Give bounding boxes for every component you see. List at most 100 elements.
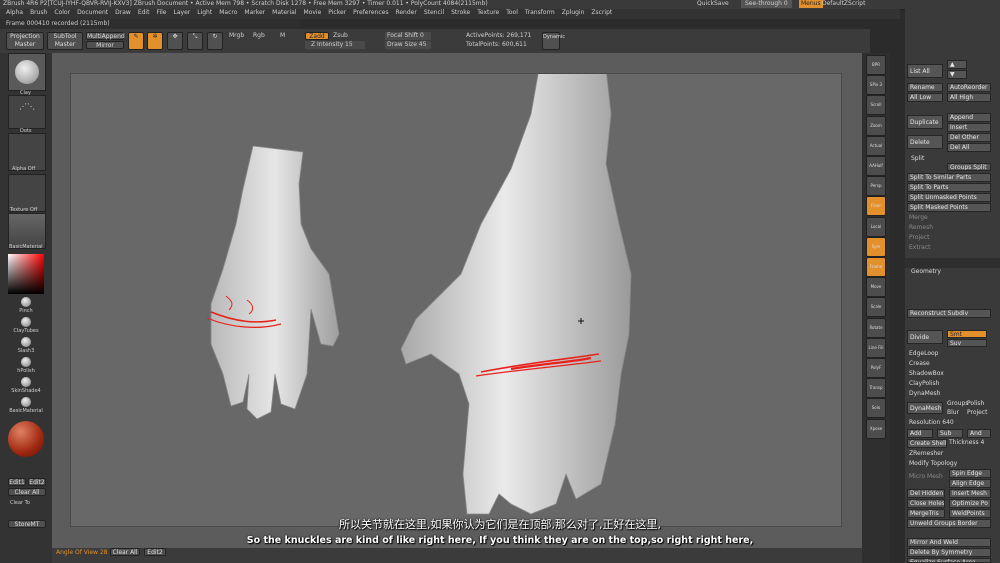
shelf-button[interactable]: Zoom [866, 115, 886, 136]
close-holes-button[interactable]: Close Holes [907, 499, 945, 508]
resolution-slider[interactable]: Resolution 640 [909, 419, 954, 427]
shadowbox-section[interactable]: ShadowBox [909, 370, 944, 378]
blur-slider[interactable]: Blur [947, 409, 959, 417]
draw-mode-button[interactable]: ✲ [147, 32, 163, 50]
z-intensity-slider[interactable]: Z Intensity 15 [305, 41, 365, 49]
menu-item[interactable]: Alpha [6, 9, 23, 17]
see-through-slider[interactable]: See-through 0 [741, 0, 792, 8]
shelf-button[interactable]: Sym [866, 236, 886, 257]
dynamesh-button[interactable]: DynaMesh [907, 402, 943, 414]
shelf-button[interactable]: Transp [866, 378, 886, 399]
menu-item[interactable]: Document [77, 9, 108, 17]
extract-section[interactable]: Extract [909, 244, 931, 252]
stroke-thumbnail[interactable]: ⋰⋱ [8, 95, 46, 129]
edit-mode-button[interactable]: ✎ [128, 32, 144, 50]
menu-item[interactable]: Stroke [451, 9, 470, 17]
quicksave-button[interactable]: QuickSave [697, 0, 729, 8]
duplicate-button[interactable]: Duplicate [907, 115, 943, 129]
mirror-button[interactable]: Mirror [86, 41, 124, 49]
menu-item[interactable]: Zscript [591, 9, 612, 17]
rotate-mode-button[interactable]: ↻ [207, 32, 223, 50]
remesh-section[interactable]: Remesh [909, 224, 933, 232]
list-all-button[interactable]: List All [907, 64, 943, 78]
edgeloop-section[interactable]: EdgeLoop [909, 350, 939, 358]
reconstruct-subdiv-button[interactable]: Reconstruct Subdiv [907, 309, 991, 318]
rename-button[interactable]: Rename [907, 83, 943, 92]
brush-slot[interactable]: hPolish [6, 357, 46, 377]
align-edge-button[interactable]: Align Edge [949, 479, 991, 488]
equalize-surface-area-button[interactable]: Equalize Surface Area [907, 558, 991, 563]
optimize-points-button[interactable]: Optimize Po [949, 499, 991, 508]
shelf-button[interactable]: PolyF [866, 358, 886, 378]
mrgb-toggle[interactable]: Mrgb [229, 32, 244, 40]
shelf-button[interactable]: Line Fill [866, 337, 886, 358]
arrow-down-button[interactable]: ▼ [947, 70, 967, 79]
divide-button[interactable]: Divide [907, 330, 943, 344]
menu-item[interactable]: Zplugin [562, 9, 585, 17]
shelf-button[interactable]: Actual [866, 135, 886, 156]
move-mode-button[interactable]: ✥ [167, 32, 183, 50]
zremesher-section[interactable]: ZRemesher [909, 450, 943, 458]
sub-button[interactable]: Sub [937, 429, 963, 438]
shelf-button[interactable]: Floor [866, 196, 886, 217]
micro-mesh-button[interactable]: Micro Mesh [909, 473, 943, 481]
spin-edge-button[interactable]: Spin Edge [949, 469, 991, 478]
menu-item[interactable]: Layer [174, 9, 191, 17]
smt-toggle[interactable]: Smt [947, 330, 987, 338]
clear-to-button[interactable]: Clear To [10, 499, 30, 507]
groups-toggle[interactable]: Groups [947, 400, 968, 408]
crease-section[interactable]: Crease [909, 360, 930, 368]
shelf-button[interactable]: Rotate [866, 317, 886, 338]
menu-item[interactable]: Transform [525, 9, 555, 17]
menu-item[interactable]: Material [272, 9, 296, 17]
delete-by-symmetry-button[interactable]: Delete By Symmetry [907, 548, 991, 557]
menu-item[interactable]: Texture [477, 9, 499, 17]
menu-item[interactable]: Stencil [424, 9, 444, 17]
material-sphere[interactable] [8, 421, 44, 457]
menu-item[interactable]: Preferences [353, 9, 388, 17]
menu-item[interactable]: Marker [244, 9, 265, 17]
polish-toggle[interactable]: Polish [967, 400, 984, 408]
brush-slot[interactable]: Pinch [6, 297, 46, 317]
split-masked-points-button[interactable]: Split Masked Points [907, 203, 991, 212]
multi-append-button[interactable]: MultiAppend [86, 32, 125, 40]
modify-topology-section[interactable]: Modify Topology [909, 460, 957, 468]
shelf-button[interactable]: Local [866, 216, 886, 237]
append-button[interactable]: Append [947, 113, 991, 122]
shelf-button[interactable]: Persp [866, 176, 886, 197]
del-hidden-button[interactable]: Del Hidden [907, 489, 945, 498]
split-to-parts-button[interactable]: Split To Parts [907, 183, 991, 192]
brush-thumbnail[interactable] [8, 53, 46, 91]
geometry-header[interactable]: Geometry [905, 268, 941, 275]
delete-button[interactable]: Delete [907, 135, 943, 149]
bottom-clear-all-button[interactable]: Clear All [110, 548, 140, 556]
color-picker[interactable] [8, 254, 44, 294]
menu-item[interactable]: Light [197, 9, 212, 17]
project-toggle[interactable]: Project [967, 409, 988, 417]
shelf-button[interactable]: Frame [866, 257, 886, 277]
edit2-button[interactable]: Edit2 [28, 478, 46, 486]
insert-button[interactable]: Insert [947, 123, 991, 132]
all-high-button[interactable]: All High [947, 93, 991, 102]
menu-item[interactable]: Brush [30, 9, 47, 17]
menu-item[interactable]: Edit [138, 9, 150, 17]
shelf-button[interactable]: Solo [866, 398, 886, 419]
brush-slot[interactable]: Slash3 [6, 337, 46, 357]
groups-split-button[interactable]: Groups Split [947, 163, 991, 171]
default-script-button[interactable]: DefaultZScript [822, 0, 865, 8]
dynamic-button[interactable]: Dynamic [542, 32, 565, 50]
zsub-toggle[interactable]: Zsub [333, 32, 348, 40]
rgb-toggle[interactable]: Rgb [253, 32, 265, 40]
menu-item[interactable]: File [156, 9, 166, 17]
split-to-similar-parts-button[interactable]: Split To Similar Parts [907, 173, 991, 182]
menu-item[interactable]: Picker [328, 9, 346, 17]
brush-slot[interactable]: ClayTubes [6, 317, 46, 337]
shelf-button[interactable]: Xpose [866, 418, 886, 439]
menu-item[interactable]: Render [395, 9, 416, 17]
auto-reorder-button[interactable]: AutoReorder [947, 83, 991, 92]
brush-slot[interactable]: BasicMaterial [6, 397, 46, 417]
thickness-slider[interactable]: Thickness 4 [949, 439, 984, 447]
dynamesh-header[interactable]: DynaMesh [909, 390, 940, 398]
all-low-button[interactable]: All Low [907, 93, 943, 102]
suv-toggle[interactable]: Suv [947, 339, 987, 347]
